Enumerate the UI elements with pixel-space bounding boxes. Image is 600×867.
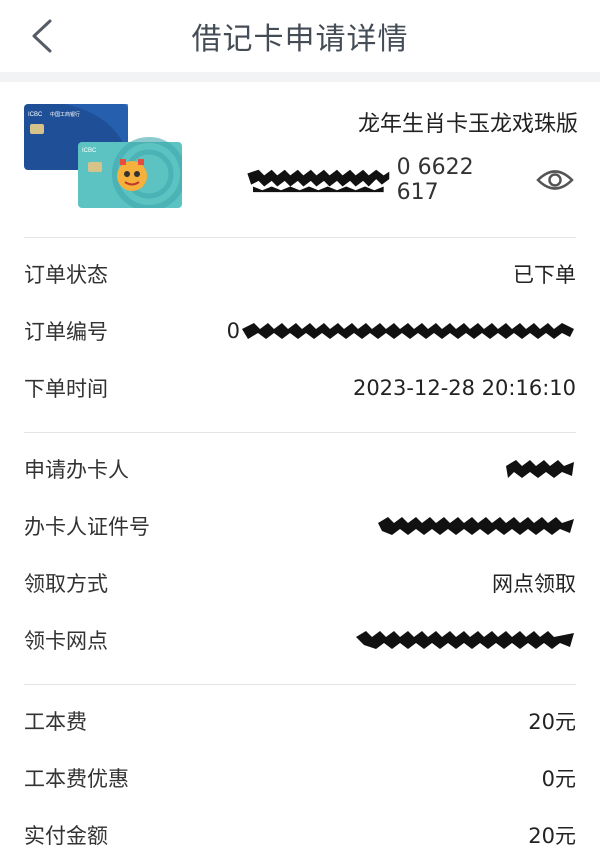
redaction-mask <box>506 460 574 478</box>
page-title: 借记卡申请详情 <box>191 22 409 57</box>
order-number-label: 订单编号 <box>24 320 108 344</box>
card-cost-label: 工本费 <box>24 710 87 734</box>
back-arrow-icon[interactable] <box>28 18 58 54</box>
paid-amount-label: 实付金额 <box>24 824 108 848</box>
header-separator <box>0 72 600 82</box>
divider <box>24 684 576 685</box>
order-status-label: 订单状态 <box>24 263 108 287</box>
card-back-image: ICBC <box>78 137 186 211</box>
svg-text:ICBC: ICBC <box>82 148 97 154</box>
paid-amount-value: 20元 <box>528 824 576 848</box>
card-product-name: 龙年生肖卡玉龙戏珠版 <box>357 112 578 137</box>
order-number-prefix: 0 <box>226 319 240 343</box>
redaction-mask <box>242 323 574 339</box>
card-image: ICBC 中国工商银行 ICBC <box>24 104 186 211</box>
applicant-id-label: 办卡人证件号 <box>24 515 150 539</box>
order-time-row: 下单时间 2023-12-28 20:16:10 <box>24 368 576 408</box>
order-number-row: 订单编号 0 <box>24 311 576 351</box>
applicant-name-row: 申请办卡人 <box>24 449 576 489</box>
order-status-value: 已下单 <box>513 263 576 287</box>
order-time-label: 下单时间 <box>24 377 108 401</box>
divider <box>24 237 576 238</box>
divider <box>24 432 576 433</box>
applicant-name-label: 申请办卡人 <box>24 458 129 482</box>
paid-amount-row: 实付金额 20元 <box>24 815 576 855</box>
applicant-id-row: 办卡人证件号 <box>24 506 576 546</box>
cost-discount-label: 工本费优惠 <box>24 767 129 791</box>
pickup-method-label: 领取方式 <box>24 572 108 596</box>
redaction-mask <box>247 169 390 193</box>
card-cost-value: 20元 <box>528 710 576 734</box>
card-cost-row: 工本费 20元 <box>24 701 576 741</box>
pickup-branch-row: 领卡网点 <box>24 620 576 660</box>
eye-icon[interactable] <box>536 165 574 195</box>
cost-discount-value: 0元 <box>541 767 576 791</box>
order-status-row: 订单状态 已下单 <box>24 254 576 294</box>
card-number-suffix: 0 6622 617 <box>396 155 474 205</box>
order-time-value: 2023-12-28 20:16:10 <box>352 376 576 400</box>
order-number-value: 0 <box>227 317 576 345</box>
redaction-mask <box>378 517 574 535</box>
top-navigation-bar: 借记卡申请详情 <box>0 0 600 72</box>
card-number: 0 6622 617 <box>240 155 520 205</box>
pickup-method-row: 领取方式 网点领取 <box>24 563 576 603</box>
pickup-branch-label: 领卡网点 <box>24 629 108 653</box>
svg-text:ICBC: ICBC <box>28 112 43 118</box>
svg-text:中国工商银行: 中国工商银行 <box>50 111 80 118</box>
pickup-method-value: 网点领取 <box>492 572 576 596</box>
redaction-mask <box>356 631 574 649</box>
cost-discount-row: 工本费优惠 0元 <box>24 758 576 798</box>
